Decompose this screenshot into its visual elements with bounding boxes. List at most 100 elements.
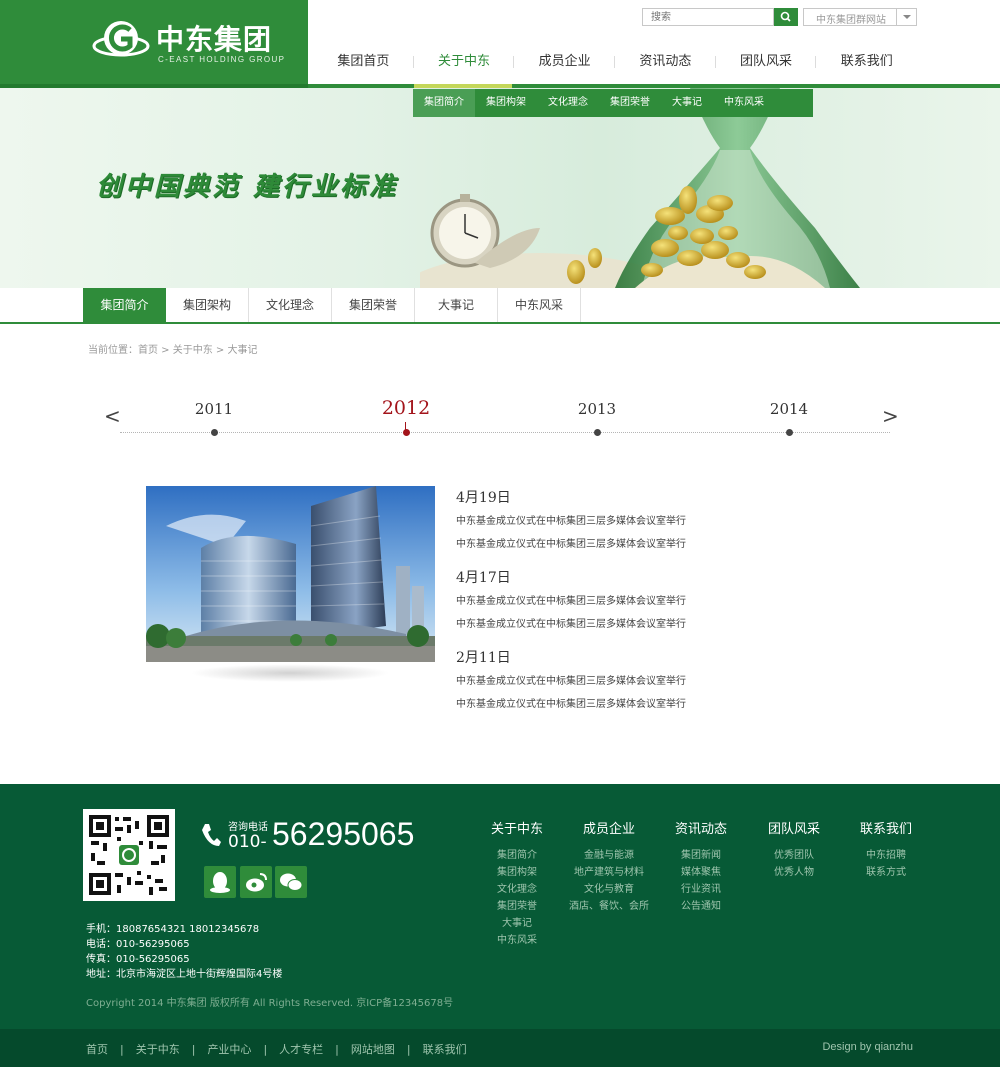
chevron-down-icon (896, 9, 916, 25)
bottom-link-sitemap[interactable]: 网站地图 (351, 1043, 395, 1056)
site-footer: 咨询电话 010- 56295065 手机：18087654321 180123… (0, 784, 1000, 1029)
bottom-link-industry[interactable]: 产业中心 (207, 1043, 251, 1056)
site-group-select[interactable]: 中东集团群网站 (803, 8, 917, 26)
nav-team[interactable]: 团队风采 (716, 44, 817, 80)
qr-code (83, 809, 175, 901)
nav-contact[interactable]: 联系我们 (816, 44, 917, 80)
timeline-dot[interactable] (594, 429, 601, 436)
footer-link[interactable]: 集团新闻 (656, 847, 746, 864)
banner-slogan: 创中国典范 建行业标准 (96, 172, 399, 202)
timeline-next-button[interactable]: > (882, 404, 899, 428)
event-text[interactable]: 中东基金成立仪式在中标集团三层多媒体会议室举行 (456, 590, 856, 613)
event-item: 2月11日 中东基金成立仪式在中标集团三层多媒体会议室举行 中东基金成立仪式在中… (456, 646, 856, 716)
dropdown-item-honors[interactable]: 集团荣誉 (599, 89, 661, 117)
event-text[interactable]: 中东基金成立仪式在中标集团三层多媒体会议室举行 (456, 670, 856, 693)
timeline-year-2012[interactable]: 2012 (366, 397, 446, 419)
contact-mobile: 手机：18087654321 18012345678 (86, 924, 260, 935)
timeline-dot[interactable] (786, 429, 793, 436)
footer-col-title[interactable]: 联系我们 (841, 819, 931, 841)
tab-structure[interactable]: 集团架构 (166, 288, 249, 322)
footer-col-news: 资讯动态 集团新闻 媒体聚焦 行业资讯 公告通知 (656, 819, 746, 915)
nav-members[interactable]: 成员企业 (514, 44, 616, 80)
timeline-dot[interactable] (211, 429, 218, 436)
breadcrumb-home[interactable]: 首页 (138, 345, 158, 356)
dropdown-item-gallery[interactable]: 中东风采 (713, 89, 775, 117)
footer-col-title[interactable]: 资讯动态 (656, 819, 746, 841)
footer-link[interactable]: 中东招聘 (841, 847, 931, 864)
dropdown-item-culture[interactable]: 文化理念 (537, 89, 599, 117)
hotline-prefix: 010- (228, 832, 267, 852)
footer-col-title[interactable]: 关于中东 (472, 819, 562, 841)
building-photo (146, 486, 435, 662)
tab-gallery[interactable]: 中东风采 (498, 288, 581, 322)
hotline-label: 咨询电话 (228, 822, 268, 833)
qq-icon[interactable] (204, 866, 236, 898)
footer-link[interactable]: 金融与能源 (564, 847, 654, 864)
footer-link[interactable]: 行业资讯 (656, 881, 746, 898)
dropdown-item-structure[interactable]: 集团构架 (475, 89, 537, 117)
contact-info: 手机：18087654321 18012345678 电话：010-562950… (86, 922, 282, 982)
nav-news[interactable]: 资讯动态 (615, 44, 716, 80)
wechat-icon[interactable] (275, 866, 307, 898)
timeline-line (120, 432, 890, 433)
nav-about[interactable]: 关于中东 (414, 44, 515, 80)
footer-link[interactable]: 酒店、餐饮、会所 (564, 898, 654, 915)
footer-col-title[interactable]: 成员企业 (564, 819, 654, 841)
footer-link[interactable]: 公告通知 (656, 898, 746, 915)
link-divider: | (406, 1043, 411, 1056)
bottom-link-home[interactable]: 首页 (86, 1043, 108, 1056)
logo-name-cn: 中东集团 (156, 23, 273, 56)
footer-link[interactable]: 地产建筑与材料 (564, 864, 654, 881)
site-group-select-value: 中东集团群网站 (816, 15, 886, 26)
event-text[interactable]: 中东基金成立仪式在中标集团三层多媒体会议室举行 (456, 510, 856, 533)
event-text[interactable]: 中东基金成立仪式在中标集团三层多媒体会议室举行 (456, 533, 856, 556)
timeline-year-2013[interactable]: 2013 (557, 400, 637, 418)
about-dropdown-menu: 集团简介 集团构架 文化理念 集团荣誉 大事记 中东风采 (413, 89, 813, 117)
footer-link[interactable]: 联系方式 (841, 864, 931, 881)
logo[interactable]: 中东集团 C-EAST HOLDING GROUP (0, 0, 308, 84)
breadcrumb-about[interactable]: 关于中东 (173, 345, 213, 356)
tab-milestones[interactable]: 大事记 (415, 288, 498, 322)
link-divider: | (120, 1043, 124, 1056)
logo-emblem-icon (92, 21, 150, 57)
footer-col-about: 关于中东 集团简介 集团构架 文化理念 集团荣誉 大事记 中东风采 (472, 819, 562, 949)
copyright: Copyright 2014 中东集团 版权所有 All Rights Rese… (86, 998, 454, 1009)
bottom-link-talent[interactable]: 人才专栏 (279, 1043, 323, 1056)
bottom-link-contact[interactable]: 联系我们 (423, 1043, 467, 1056)
footer-link[interactable]: 文化理念 (472, 881, 562, 898)
footer-link[interactable]: 集团简介 (472, 847, 562, 864)
bottom-nav: 首页 | 关于中东 | 产业中心 | 人才专栏 | 网站地图 | 联系我们 (86, 1041, 467, 1057)
event-text[interactable]: 中东基金成立仪式在中标集团三层多媒体会议室举行 (456, 693, 856, 716)
search-field[interactable] (642, 8, 774, 26)
footer-link[interactable]: 中东风采 (472, 932, 562, 949)
event-date: 2月11日 (456, 650, 511, 666)
main-nav: 集团首页 关于中东 成员企业 资讯动态 团队风采 联系我们 (313, 44, 917, 80)
footer-link[interactable]: 文化与教育 (564, 881, 654, 898)
search-button[interactable] (774, 8, 798, 26)
search-input[interactable] (643, 9, 763, 26)
footer-link[interactable]: 大事记 (472, 915, 562, 932)
footer-col-title[interactable]: 团队风采 (749, 819, 839, 841)
timeline-year-2011[interactable]: 2011 (174, 400, 254, 418)
footer-link[interactable]: 媒体聚焦 (656, 864, 746, 881)
footer-link[interactable]: 集团荣誉 (472, 898, 562, 915)
timeline-dot-active[interactable] (403, 429, 410, 436)
tab-honors[interactable]: 集团荣誉 (332, 288, 415, 322)
breadcrumb-separator: > (212, 345, 228, 356)
nav-home[interactable]: 集团首页 (313, 44, 414, 80)
timeline-prev-button[interactable]: < (104, 404, 121, 428)
timeline-year-2014[interactable]: 2014 (749, 400, 829, 418)
footer-link[interactable]: 集团构架 (472, 864, 562, 881)
nav-label: 成员企业 (538, 54, 591, 69)
dropdown-item-milestones[interactable]: 大事记 (661, 89, 713, 117)
weibo-icon[interactable] (240, 866, 272, 898)
bottom-link-about[interactable]: 关于中东 (136, 1043, 180, 1056)
footer-link[interactable]: 优秀人物 (749, 864, 839, 881)
tab-culture[interactable]: 文化理念 (249, 288, 332, 322)
event-text[interactable]: 中东基金成立仪式在中标集团三层多媒体会议室举行 (456, 613, 856, 636)
breadcrumb-prefix: 当前位置： (88, 345, 138, 356)
tab-intro[interactable]: 集团简介 (83, 288, 166, 322)
footer-link[interactable]: 优秀团队 (749, 847, 839, 864)
dropdown-item-intro[interactable]: 集团简介 (413, 89, 475, 117)
breadcrumb-current: 大事记 (227, 345, 258, 356)
